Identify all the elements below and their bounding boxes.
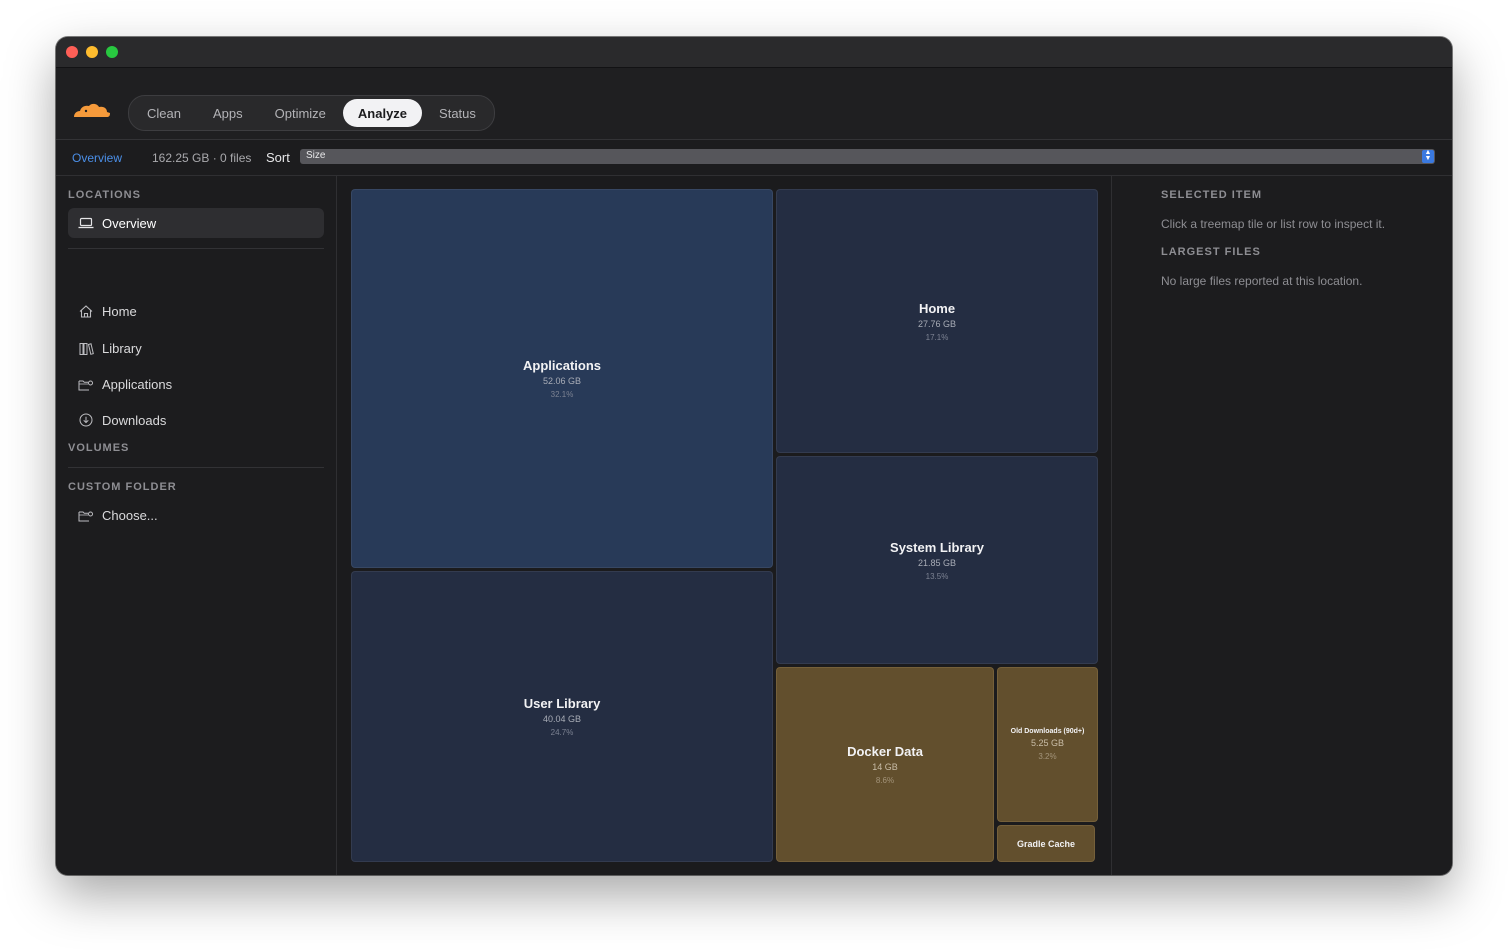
sidebar-item-applications[interactable]: Applications <box>68 369 324 399</box>
tile-size: 14 GB <box>872 762 898 772</box>
selected-item-hint: Click a treemap tile or list row to insp… <box>1161 217 1386 231</box>
cloud-logo-icon <box>74 103 110 117</box>
tab-status[interactable]: Status <box>424 99 491 127</box>
tab-apps[interactable]: Apps <box>198 99 258 127</box>
treemap-tile-gradle-cache[interactable]: Gradle Cache <box>997 825 1095 862</box>
maximize-window-button[interactable] <box>106 46 118 58</box>
sidebar-item-home[interactable]: Home <box>68 296 324 326</box>
tile-name: Docker Data <box>847 744 923 759</box>
sidebar: LOCATIONS Overview Home Library Applicat… <box>56 176 337 875</box>
tile-name: System Library <box>890 539 984 555</box>
tile-percent: 32.1% <box>550 390 574 399</box>
close-window-button[interactable] <box>66 46 78 58</box>
tile-name: Applications <box>522 358 601 373</box>
sidebar-divider <box>68 467 324 468</box>
app-window: Clean Apps Optimize Analyze Status Overv… <box>56 37 1452 875</box>
sidebar-item-label: Home <box>102 303 137 319</box>
sidebar-item-label: Overview <box>102 215 157 231</box>
custom-folder-section-title: CUSTOM FOLDER <box>68 481 177 493</box>
sort-label: Sort <box>266 150 290 165</box>
tile-percent: 8.6% <box>875 776 895 785</box>
tile-name: User Library <box>523 696 601 711</box>
tab-clean[interactable]: Clean <box>132 99 196 127</box>
choose-folder-button[interactable]: Choose... <box>68 500 324 530</box>
folder-gear-icon <box>78 376 94 392</box>
tile-size: 52.06 GB <box>542 376 582 386</box>
locations-section-title: LOCATIONS <box>68 189 141 201</box>
scan-stats: 162.25 GB · 0 files <box>152 151 252 165</box>
treemap-tile-system-library[interactable]: System Library 21.85 GB 13.5% <box>776 456 1098 664</box>
sidebar-divider <box>68 248 324 249</box>
sidebar-item-label: Library <box>102 340 142 356</box>
tile-percent: 24.7% <box>550 728 574 737</box>
treemap-tile-docker-data[interactable]: Docker Data 14 GB 8.6% <box>776 667 994 862</box>
tile-size: 27.76 GB <box>917 318 957 329</box>
minimize-window-button[interactable] <box>86 46 98 58</box>
sidebar-item-library[interactable]: Library <box>68 333 324 363</box>
largest-files-empty: No large files reported at this location… <box>1161 274 1363 288</box>
toolbar: Clean Apps Optimize Analyze Status <box>56 68 1452 140</box>
tab-analyze[interactable]: Analyze <box>342 99 423 127</box>
tile-percent: 17.1% <box>925 332 949 342</box>
title-bar <box>56 37 1452 68</box>
choose-folder-label: Choose... <box>102 507 158 523</box>
tile-size: 21.85 GB <box>917 557 957 568</box>
books-icon <box>78 340 94 356</box>
download-circle-icon <box>78 412 94 428</box>
main-tabs: Clean Apps Optimize Analyze Status <box>128 95 495 131</box>
selected-item-title: SELECTED ITEM <box>1161 189 1263 201</box>
laptop-icon <box>78 215 94 231</box>
sidebar-item-overview[interactable]: Overview <box>68 208 324 238</box>
tile-percent: 13.5% <box>925 571 949 581</box>
treemap-tile-user-library[interactable]: User Library 40.04 GB 24.7% <box>351 571 773 862</box>
tile-size: 5.25 GB <box>1030 738 1065 748</box>
volumes-section-title: VOLUMES <box>68 442 130 454</box>
sidebar-item-downloads[interactable]: Downloads <box>68 405 324 435</box>
treemap-tile-home[interactable]: Home 27.76 GB 17.1% <box>776 189 1098 453</box>
house-icon <box>78 303 94 319</box>
treemap-panel: Applications 52.06 GB 32.1% User Library… <box>337 176 1112 875</box>
chevron-updown-icon: ▲ ▼ <box>1422 149 1434 163</box>
inspector-panel: SELECTED ITEM Click a treemap tile or li… <box>1112 176 1452 875</box>
tile-percent: 3.2% <box>1038 752 1057 761</box>
treemap-tile-old-downloads[interactable]: Old Downloads (90d+) 5.25 GB 3.2% <box>997 667 1098 822</box>
sidebar-item-label: Downloads <box>102 412 167 428</box>
tile-name: Old Downloads (90d+) <box>1010 728 1085 735</box>
analyze-subbar: Overview 162.25 GB · 0 files Sort Size ▲… <box>56 140 1452 176</box>
tile-size: 40.04 GB <box>542 714 582 724</box>
breadcrumb[interactable]: Overview <box>72 151 122 165</box>
sidebar-item-label: Applications <box>102 376 173 392</box>
tile-name: Home <box>918 300 956 316</box>
treemap-tile-applications[interactable]: Applications 52.06 GB 32.1% <box>351 189 773 568</box>
folder-gear-icon <box>78 507 94 523</box>
sort-select-value: Size <box>306 150 326 161</box>
largest-files-title: LARGEST FILES <box>1161 246 1261 258</box>
tile-name: Gradle Cache <box>1016 838 1076 849</box>
sort-select[interactable]: Size ▲ ▼ <box>300 149 1435 164</box>
tab-optimize[interactable]: Optimize <box>260 99 341 127</box>
